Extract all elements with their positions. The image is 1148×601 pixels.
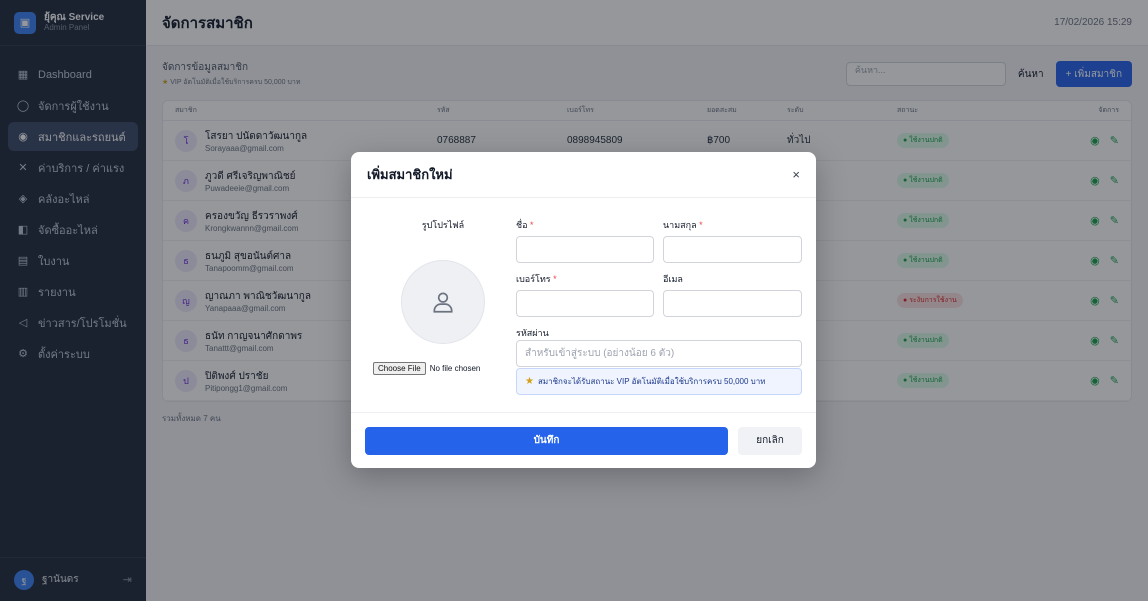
add-member-modal: เพิ่มสมาชิกใหม่ × รูปโปรไฟล์ Choose File…	[351, 152, 816, 468]
cancel-button[interactable]: ยกเลิก	[738, 426, 802, 455]
last-name-field[interactable]	[663, 236, 802, 263]
modal-title: เพิ่มสมาชิกใหม่	[367, 167, 453, 182]
vip-info-text: สมาชิกจะได้รับสถานะ VIP อัตโนมัติเมื่อใช…	[537, 377, 766, 386]
last-name-label-text: นามสกุล	[663, 220, 697, 230]
required-mark: *	[699, 220, 703, 230]
modal-footer: บันทึก ยกเลิก	[351, 412, 816, 468]
profile-picture-label: รูปโปรไฟล์	[421, 220, 465, 230]
password-field[interactable]: สำหรับเข้าสู่ระบบ (อย่างน้อย 6 ตัว)	[516, 340, 802, 367]
first-name-field[interactable]	[516, 236, 654, 263]
required-mark: *	[530, 220, 534, 230]
vip-info-box: ★ สมาชิกจะได้รับสถานะ VIP อัตโนมัติเมื่อ…	[516, 368, 802, 395]
save-button[interactable]: บันทึก	[365, 426, 728, 455]
file-picker: Choose File No file chosen	[373, 362, 480, 375]
first-name-label: ชื่อ *	[516, 218, 534, 232]
modal-header: เพิ่มสมาชิกใหม่ ×	[351, 152, 816, 198]
phone-field[interactable]	[516, 290, 654, 317]
file-status: No file chosen	[429, 364, 481, 373]
phone-label-text: เบอร์โทร	[516, 274, 551, 284]
profile-picture-placeholder	[401, 260, 485, 344]
modal-body: รูปโปรไฟล์ Choose File No file chosen ชื…	[351, 198, 816, 412]
email-field[interactable]	[663, 290, 802, 317]
star-icon: ★	[525, 376, 534, 387]
password-placeholder: สำหรับเข้าสู่ระบบ (อย่างน้อย 6 ตัว)	[525, 348, 675, 359]
first-name-label-text: ชื่อ	[516, 220, 528, 230]
close-icon[interactable]: ×	[792, 167, 800, 182]
email-label: อีเมล	[663, 274, 683, 284]
last-name-label: นามสกุล *	[663, 218, 703, 232]
phone-label: เบอร์โทร *	[516, 272, 557, 286]
required-mark: *	[553, 274, 557, 284]
user-icon	[433, 292, 453, 313]
password-label: รหัสผ่าน	[516, 328, 549, 338]
choose-file-button[interactable]: Choose File	[373, 362, 426, 375]
